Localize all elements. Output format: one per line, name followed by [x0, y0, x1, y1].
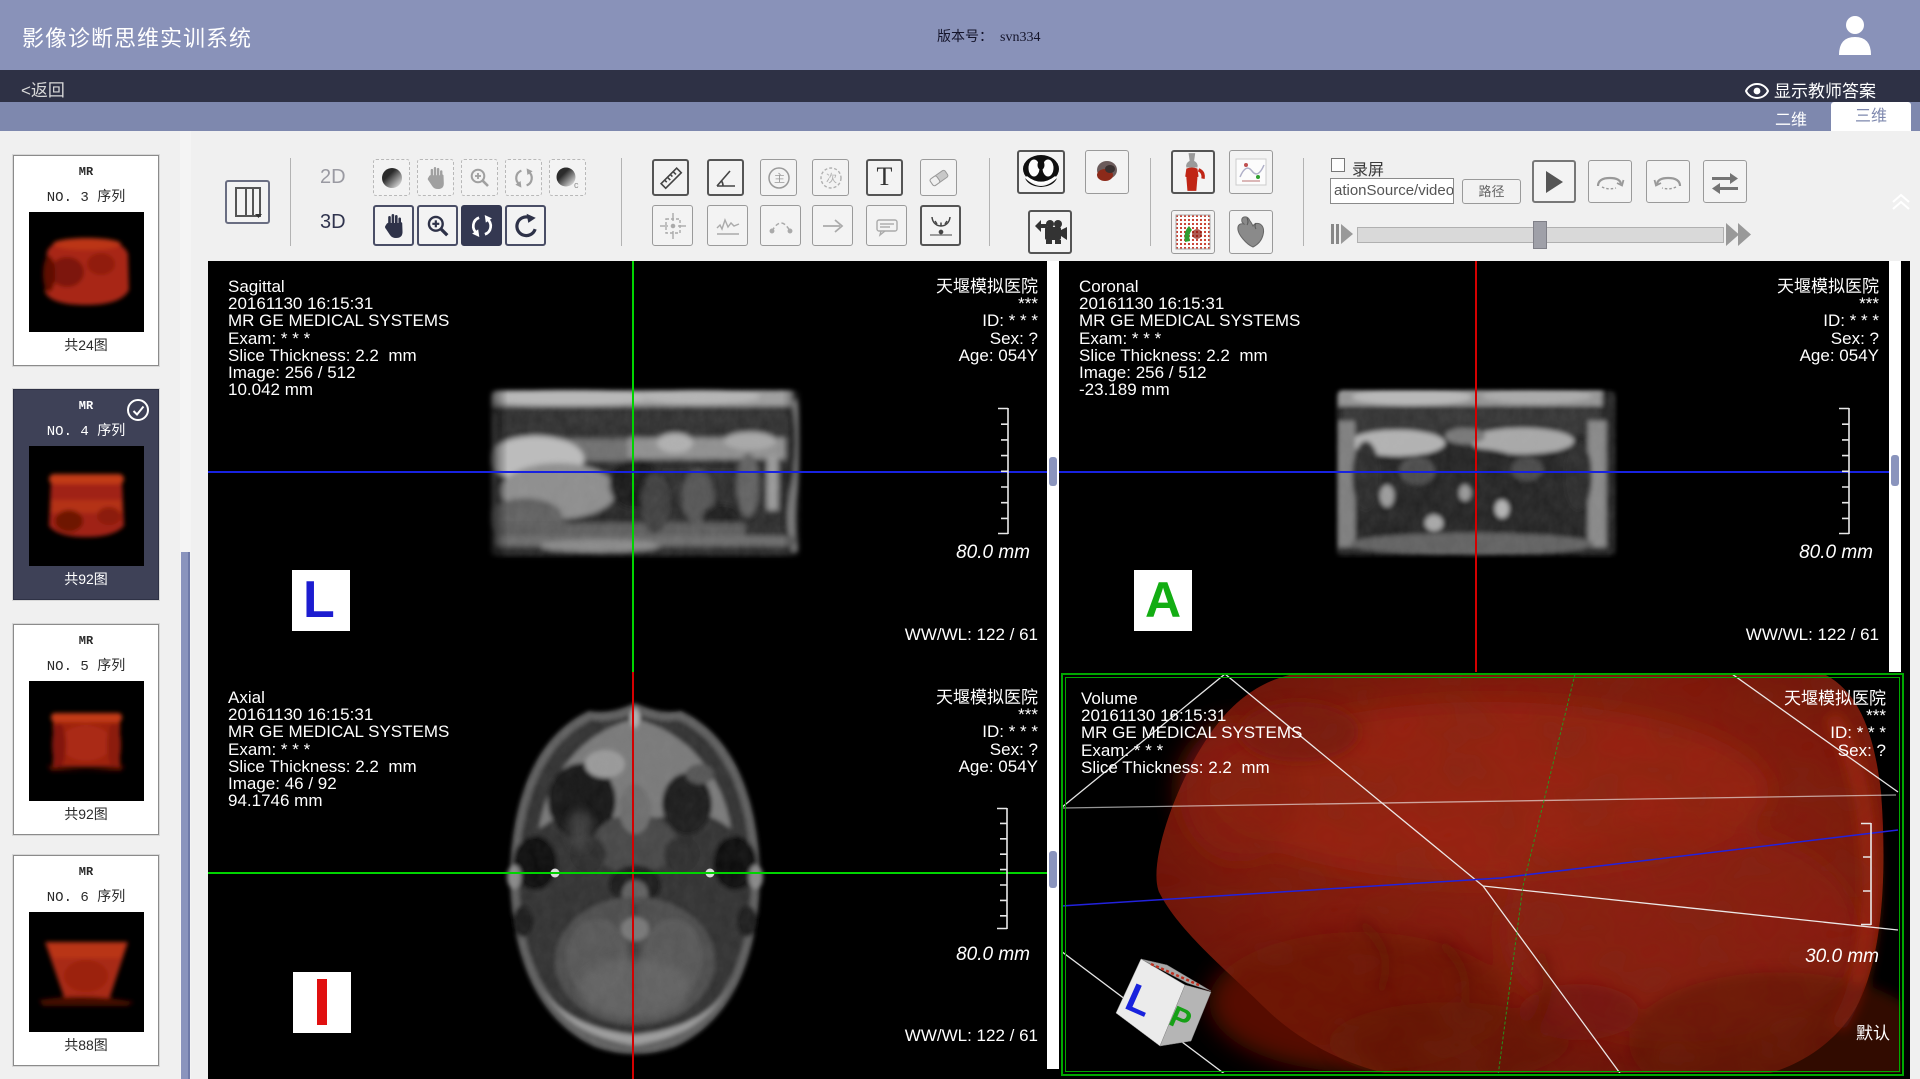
svg-text:主: 主	[774, 172, 785, 185]
svg-text:c: c	[574, 180, 579, 190]
svg-text:次: 次	[826, 171, 837, 185]
